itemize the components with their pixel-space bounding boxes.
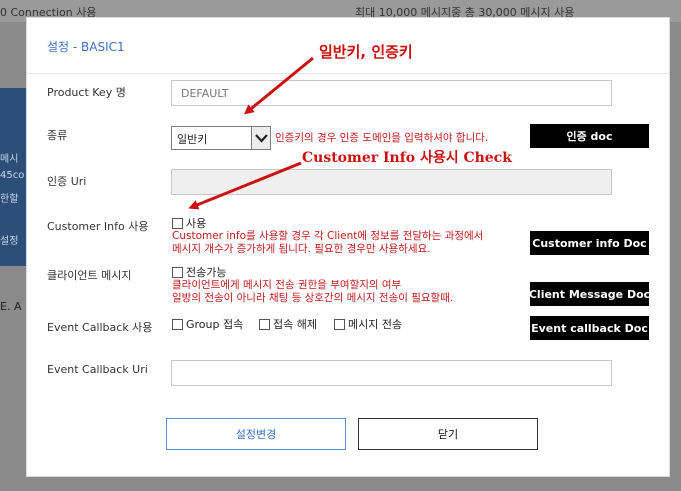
- arrow-to-key-type-select: [243, 56, 314, 115]
- arrow-to-customer-info-checkbox: [188, 161, 302, 210]
- annotation-key-types: 일반키, 인증키: [319, 43, 413, 61]
- annotation-customer-info-check: Customer Info 사용시 Check: [302, 150, 512, 166]
- annotation-arrows: [188, 56, 314, 210]
